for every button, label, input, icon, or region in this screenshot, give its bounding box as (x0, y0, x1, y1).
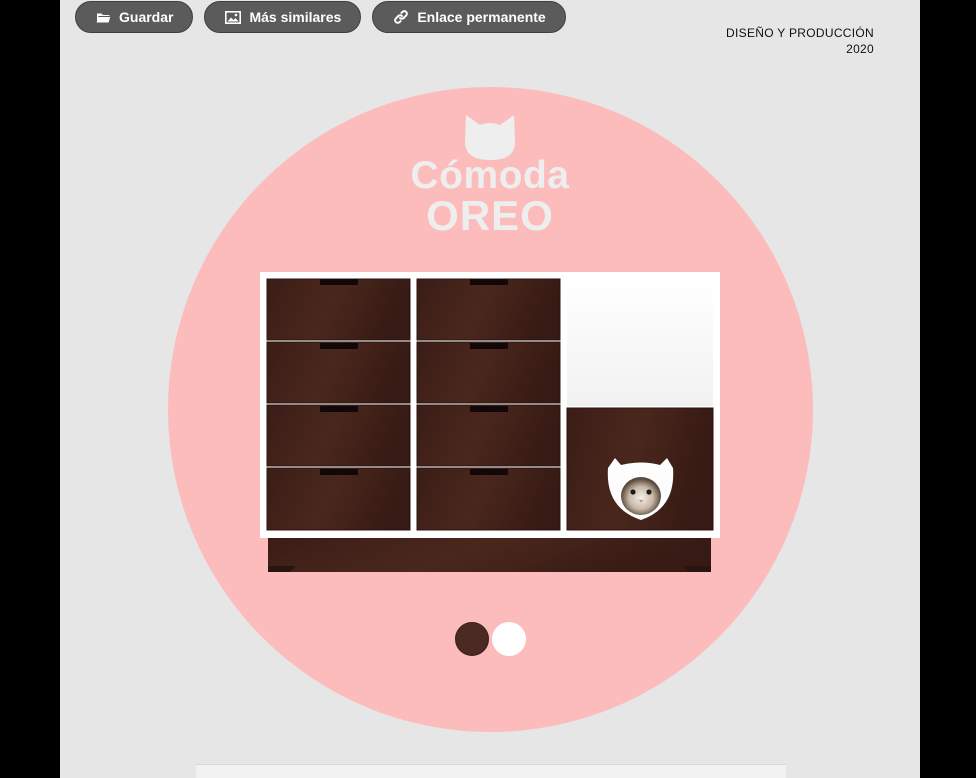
credit-line-2: 2020 (846, 42, 874, 56)
content-card (196, 764, 786, 778)
color-swatches (455, 622, 526, 656)
save-button[interactable]: Guardar (75, 1, 194, 33)
link-icon (393, 9, 409, 25)
product-title: Cómoda OREO (390, 154, 590, 239)
permalink-label: Enlace permanente (417, 9, 546, 25)
permalink-button[interactable]: Enlace permanente (372, 1, 566, 33)
left-drawer-column (266, 278, 411, 531)
toolbar: Guardar Más similares Enlace permanente (75, 1, 566, 33)
credit-line-1: DISEÑO Y PRODUCCIÓN (726, 26, 874, 40)
more-similar-button[interactable]: Más similares (204, 1, 362, 33)
swatch-dark-walnut[interactable] (455, 622, 489, 656)
folder-icon (96, 11, 111, 24)
image-icon (225, 10, 242, 24)
save-button-label: Guardar (119, 9, 174, 25)
middle-drawer-column (416, 278, 561, 531)
page: Guardar Más similares Enlace permanente … (60, 0, 920, 778)
product-title-line-2: OREO (426, 192, 554, 239)
dresser-image (260, 270, 722, 587)
product-title-line-1: Cómoda (410, 154, 570, 197)
more-similar-label: Más similares (249, 9, 342, 25)
swatch-white[interactable] (492, 622, 526, 656)
design-credit: DISEÑO Y PRODUCCIÓN 2020 (726, 25, 874, 57)
